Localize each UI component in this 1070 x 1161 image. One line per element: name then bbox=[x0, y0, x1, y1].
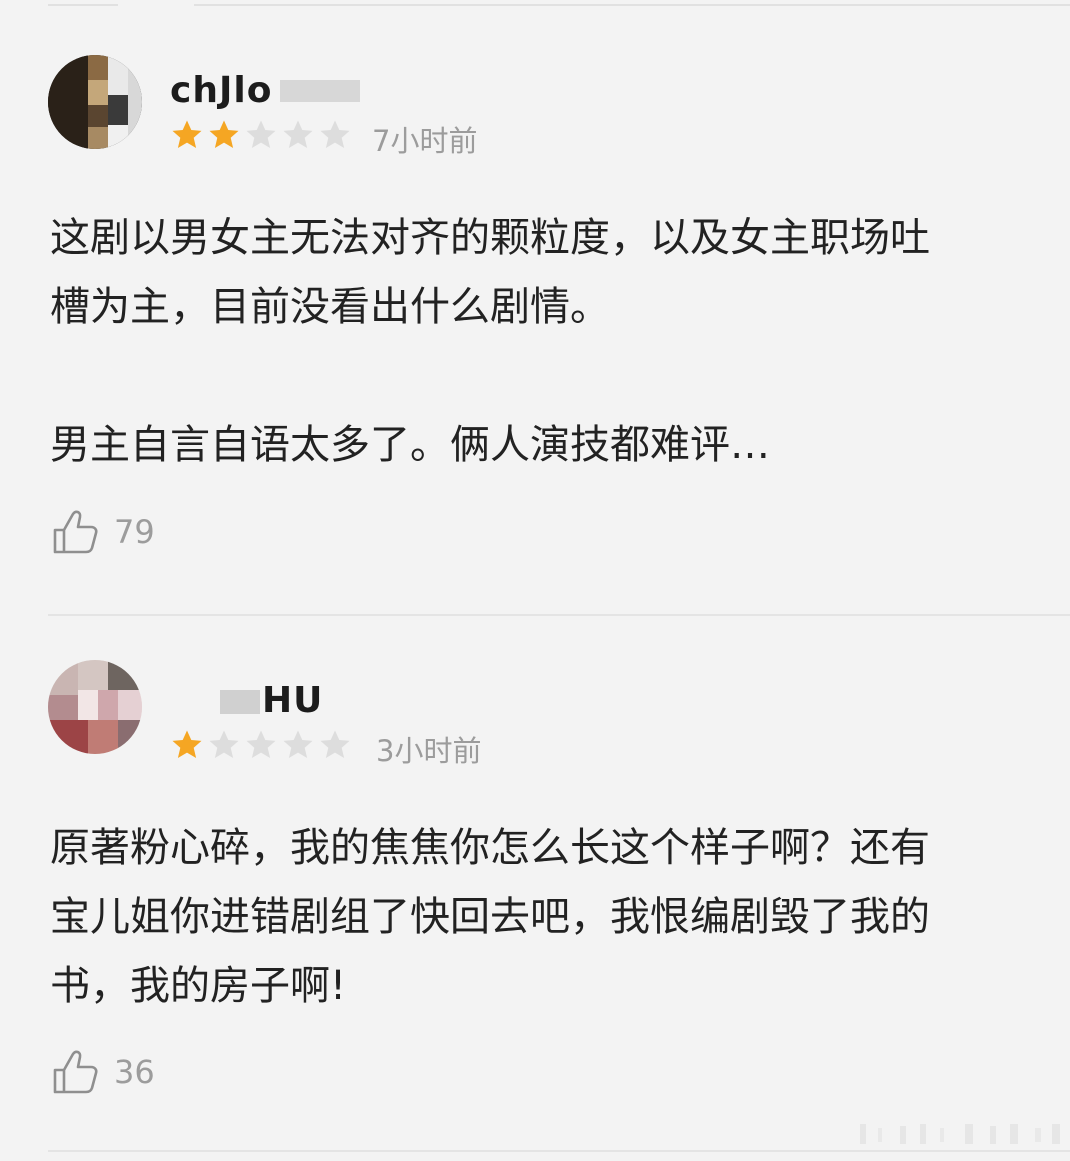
avatar[interactable] bbox=[48, 660, 142, 754]
review-text-line: 男主自言自语太多了。俩人演技都难评… bbox=[50, 422, 770, 468]
star-icon bbox=[318, 118, 352, 152]
review-text-line bbox=[50, 342, 1070, 411]
star-icon bbox=[170, 728, 204, 762]
review-card: chJlo 7小时前 这剧以男女主无法对齐的颗粒度，以及女主职场吐 槽为主，目前没… bbox=[0, 50, 1070, 610]
username[interactable]: HU bbox=[262, 680, 323, 721]
avatar[interactable] bbox=[48, 55, 142, 149]
thumbs-up-icon[interactable] bbox=[50, 1046, 102, 1098]
like-button[interactable]: 36 bbox=[50, 1046, 155, 1098]
rating-stars bbox=[170, 118, 352, 152]
star-icon bbox=[207, 118, 241, 152]
star-icon bbox=[318, 728, 352, 762]
review-divider bbox=[48, 1150, 1070, 1152]
thumbs-up-icon[interactable] bbox=[50, 506, 102, 558]
star-icon bbox=[244, 728, 278, 762]
review-text-line: 书，我的房子啊! bbox=[50, 963, 347, 1009]
username[interactable]: chJlo bbox=[170, 70, 272, 111]
review-time: 3小时前 bbox=[376, 734, 482, 768]
review-text-line: 原著粉心碎，我的焦焦你怎么长这个样子啊？还有 bbox=[50, 825, 930, 871]
review-text: 原著粉心碎，我的焦焦你怎么长这个样子啊？还有 宝儿姐你进错剧组了快回去吧，我恨编剧… bbox=[50, 814, 1070, 1021]
review-card: HU 3小时前 原著粉心碎，我的焦焦你怎么长这个样子啊？还有 宝儿姐你进错剧组了快… bbox=[0, 660, 1070, 1100]
review-time: 7小时前 bbox=[372, 124, 478, 158]
star-icon bbox=[244, 118, 278, 152]
top-divider bbox=[48, 4, 1070, 6]
review-text-line: 宝儿姐你进错剧组了快回去吧，我恨编剧毁了我的 bbox=[50, 894, 930, 940]
review-text-line: 槽为主，目前没看出什么剧情。 bbox=[50, 284, 610, 330]
review-text-line: 这剧以男女主无法对齐的颗粒度，以及女主职场吐 bbox=[50, 215, 930, 261]
rating-stars bbox=[170, 728, 352, 762]
review-text: 这剧以男女主无法对齐的颗粒度，以及女主职场吐 槽为主，目前没看出什么剧情。男主自言… bbox=[50, 204, 1070, 480]
star-icon bbox=[170, 118, 204, 152]
like-button[interactable]: 79 bbox=[50, 506, 155, 558]
star-icon bbox=[281, 728, 315, 762]
like-count: 79 bbox=[114, 513, 155, 551]
like-count: 36 bbox=[114, 1053, 155, 1091]
star-icon bbox=[281, 118, 315, 152]
watermark-graphic bbox=[860, 1124, 1060, 1144]
review-divider bbox=[48, 614, 1070, 616]
star-icon bbox=[207, 728, 241, 762]
